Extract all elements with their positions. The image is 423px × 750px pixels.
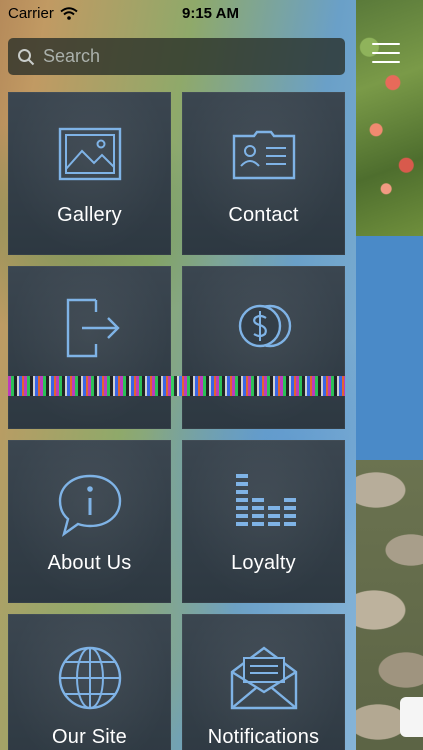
exit-arrow-icon xyxy=(66,298,120,358)
tile-notifications[interactable]: Notifications xyxy=(182,614,345,750)
search-bar[interactable] xyxy=(8,38,345,75)
tile-about-us[interactable]: About Us xyxy=(8,440,171,603)
tile-loyalty[interactable]: Loyalty xyxy=(182,440,345,603)
hamburger-menu-icon[interactable] xyxy=(372,43,400,65)
render-glitch-strip xyxy=(8,376,345,396)
search-icon xyxy=(18,48,35,65)
tile-gallery[interactable]: Gallery xyxy=(8,92,171,255)
search-input[interactable] xyxy=(41,45,335,68)
garden-photo xyxy=(356,0,423,236)
carrier-label: Carrier xyxy=(8,5,54,22)
wifi-icon xyxy=(60,7,78,20)
background-content-peek xyxy=(356,0,423,750)
carrier-group: Carrier xyxy=(8,5,78,22)
info-bubble-icon xyxy=(58,474,121,537)
tile-label: Loyalty xyxy=(231,552,296,574)
status-time: 9:15 AM xyxy=(182,5,239,22)
envelope-icon xyxy=(230,646,297,710)
page-corner xyxy=(400,697,423,737)
tile-label: Our Site xyxy=(52,726,127,748)
tile-label: Notifications xyxy=(207,726,320,748)
side-menu: Carrier 9:15 AM Gallery xyxy=(0,0,356,750)
tile-label: About Us xyxy=(47,552,132,574)
loyalty-bars-icon xyxy=(235,474,296,526)
globe-icon xyxy=(58,646,121,710)
status-bar: Carrier 9:15 AM xyxy=(0,0,356,28)
contact-card-icon xyxy=(232,130,295,180)
blue-panel xyxy=(356,236,423,460)
tile-exit[interactable] xyxy=(8,266,171,429)
tile-payment[interactable] xyxy=(182,266,345,429)
tile-contact[interactable]: Contact xyxy=(182,92,345,255)
tile-our-site[interactable]: Our Site xyxy=(8,614,171,750)
tile-label: Contact xyxy=(228,204,299,226)
gallery-icon xyxy=(58,127,121,181)
dollar-coin-icon xyxy=(238,304,291,348)
tile-label: Gallery xyxy=(57,204,122,226)
